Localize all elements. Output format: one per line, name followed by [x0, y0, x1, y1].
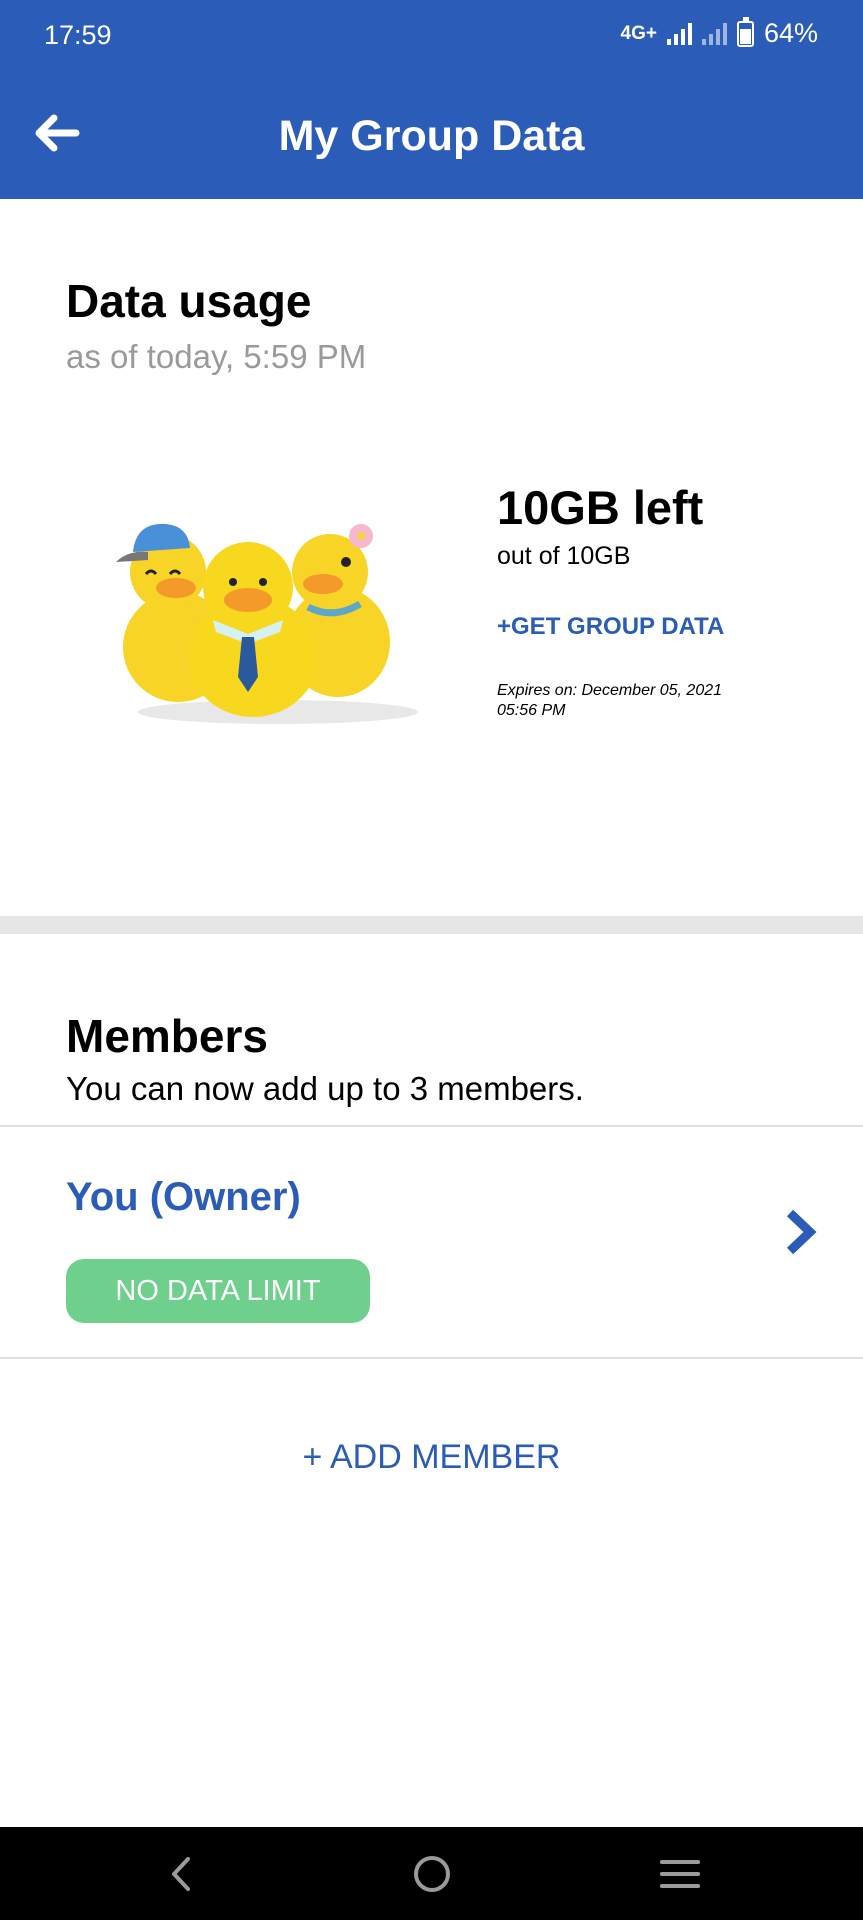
- chevron-right-icon: [786, 1209, 817, 1255]
- divider: [0, 1357, 863, 1359]
- get-group-data-link[interactable]: +GET GROUP DATA: [497, 613, 724, 641]
- status-time: 17:59: [44, 20, 112, 50]
- data-usage-heading: Data usage: [66, 275, 312, 327]
- expiry-date: Expires on: December 05, 2021: [497, 682, 723, 699]
- section-divider: [0, 916, 863, 934]
- data-limit-badge: NO DATA LIMIT: [66, 1259, 370, 1323]
- nav-home-icon: [414, 1856, 450, 1892]
- page-title: My Group Data: [278, 112, 585, 160]
- battery-icon: [736, 16, 754, 47]
- members-heading: Members: [66, 1010, 268, 1062]
- member-name: You (Owner): [66, 1175, 301, 1219]
- nav-back-icon: [172, 1857, 190, 1891]
- nav-menu-button[interactable]: [650, 1847, 710, 1901]
- system-nav-bar: [0, 1827, 863, 1920]
- nav-home-button[interactable]: [402, 1847, 462, 1901]
- nav-back-button[interactable]: [152, 1847, 212, 1901]
- network-type: 4G+: [620, 22, 657, 44]
- signal-icon-secondary: [701, 22, 727, 45]
- add-member-button[interactable]: + ADD MEMBER: [0, 1438, 863, 1477]
- members-subtitle: You can now add up to 3 members.: [66, 1070, 584, 1107]
- data-total: out of 10GB: [497, 542, 631, 570]
- battery-percentage: 64%: [763, 18, 818, 48]
- data-usage-timestamp: as of today, 5:59 PM: [66, 338, 367, 375]
- member-row-owner[interactable]: You (Owner) NO DATA LIMIT: [0, 1127, 863, 1357]
- nav-menu-icon: [660, 1860, 700, 1888]
- app-header: 17:59 4G+ 64% My Group Data: [0, 0, 863, 199]
- ducks-illustration: [116, 523, 418, 724]
- signal-icon: [666, 22, 692, 45]
- expiry-info: Expires on: December 05, 2021 05:56 PM: [497, 681, 757, 721]
- data-remaining: 10GB left: [497, 481, 704, 534]
- expiry-time: 05:56 PM: [497, 702, 566, 719]
- status-icons: 4G+ 64%: [620, 16, 818, 49]
